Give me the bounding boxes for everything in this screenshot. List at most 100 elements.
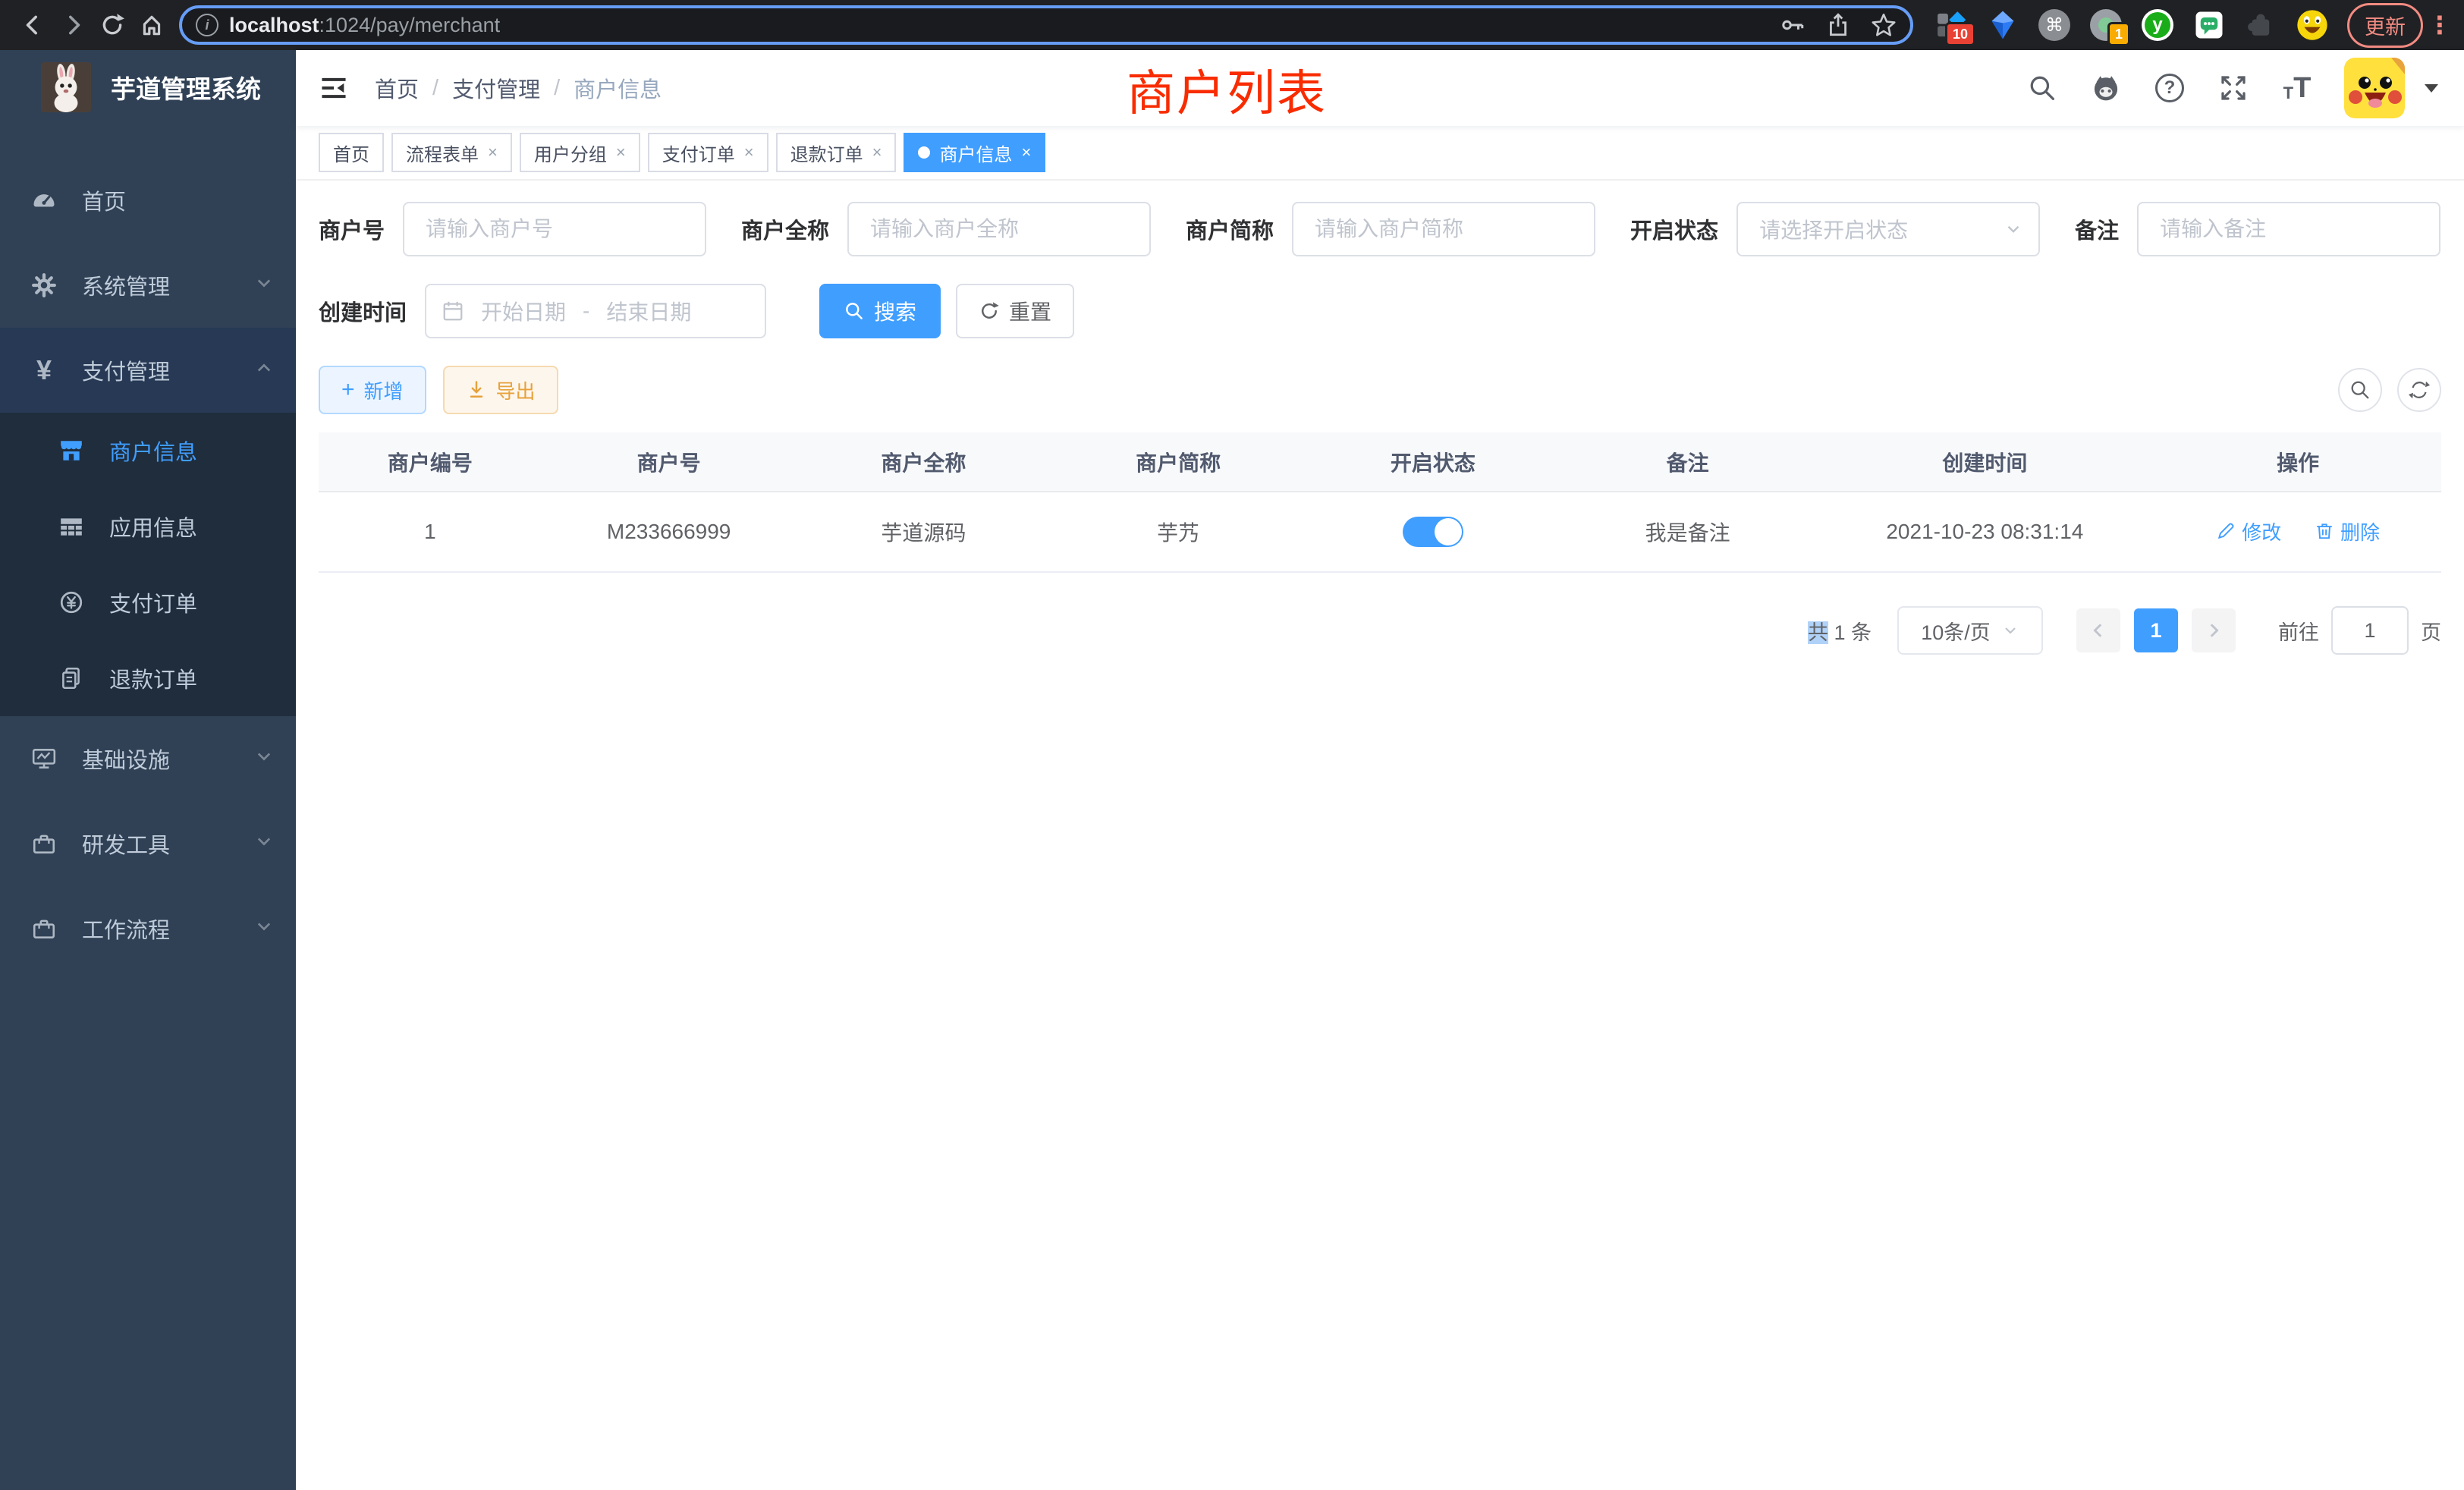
breadcrumb-current: 商户信息	[574, 72, 662, 104]
sidebar-item-workflow[interactable]: 工作流程	[0, 886, 296, 971]
full-name-input[interactable]	[847, 202, 1151, 256]
merchant-no-input[interactable]	[403, 202, 706, 256]
reset-button[interactable]: 重置	[956, 284, 1074, 338]
breadcrumb-separator: /	[554, 76, 560, 101]
bookmark-star-icon[interactable]	[1871, 12, 1897, 38]
red-annotation-label: 商户列表	[1127, 55, 1327, 124]
tag-home[interactable]: 首页	[319, 133, 384, 172]
user-avatar[interactable]	[2344, 58, 2405, 118]
page-number-button[interactable]: 1	[2134, 608, 2178, 652]
password-key-icon[interactable]	[1780, 12, 1806, 38]
status-toggle[interactable]	[1403, 517, 1463, 547]
extension-gem-icon[interactable]	[1986, 8, 2019, 42]
remark-input[interactable]	[2137, 202, 2440, 256]
sidebar-item-payment[interactable]: ¥ 支付管理	[0, 328, 296, 413]
site-info-icon[interactable]: i	[196, 14, 218, 36]
extension-command-icon[interactable]: ⌘	[2038, 8, 2071, 42]
tag-refund-order[interactable]: 退款订单×	[776, 133, 897, 172]
sidebar-collapse-icon[interactable]	[319, 73, 349, 103]
browser-forward-button[interactable]	[53, 5, 93, 45]
page-content: 商户号 商户全称 商户简称 开启状态 请选择开启状态	[296, 181, 2464, 1490]
chevron-down-icon	[2001, 621, 2019, 640]
status-label: 开启状态	[1630, 213, 1718, 245]
calendar-icon	[442, 300, 464, 322]
close-icon[interactable]: ×	[744, 143, 754, 162]
header-search-icon[interactable]	[2026, 71, 2059, 105]
add-button[interactable]: + 新增	[319, 366, 426, 414]
yen-circle-icon	[58, 589, 85, 615]
create-time-range-picker[interactable]: 开始日期 - 结束日期	[425, 284, 766, 338]
help-icon[interactable]: ?	[2153, 71, 2186, 105]
reload-icon	[99, 12, 125, 38]
next-page-button[interactable]	[2192, 608, 2236, 652]
font-size-icon[interactable]: TT	[2280, 71, 2314, 105]
breadcrumb-separator: /	[432, 76, 438, 101]
payment-submenu: 商户信息 应用信息 支付订单	[0, 413, 296, 716]
profile-emoji-avatar[interactable]	[2296, 8, 2329, 42]
edit-button[interactable]: 修改	[2216, 517, 2281, 545]
url-bar[interactable]: i localhost:1024/pay/merchant	[179, 5, 1913, 45]
toolbox-icon	[30, 831, 58, 857]
tag-pay-order[interactable]: 支付订单×	[648, 133, 768, 172]
short-name-input[interactable]	[1292, 202, 1595, 256]
extension-recorder-icon[interactable]: 1	[2089, 8, 2123, 42]
sidebar-item-dev-tools[interactable]: 研发工具	[0, 801, 296, 886]
status-select[interactable]: 请选择开启状态	[1736, 202, 2040, 256]
breadcrumb-payment[interactable]: 支付管理	[452, 72, 540, 104]
refresh-icon	[2408, 379, 2431, 401]
navbar-actions: ? TT	[2026, 58, 2438, 118]
filter-form-row-1: 商户号 商户全称 商户简称 开启状态 请选择开启状态	[319, 202, 2441, 256]
close-icon[interactable]: ×	[872, 143, 882, 162]
breadcrumb: 首页 / 支付管理 / 商户信息	[375, 72, 662, 104]
emoji-face-icon	[2296, 9, 2328, 41]
browser-home-button[interactable]	[132, 5, 171, 45]
browser-reload-button[interactable]	[93, 5, 132, 45]
search-icon	[844, 300, 865, 322]
extensions-puzzle-icon[interactable]	[2244, 8, 2277, 42]
remark-label: 备注	[2075, 213, 2119, 245]
url-text: localhost:1024/pay/merchant	[229, 14, 1771, 37]
refresh-table-button[interactable]	[2397, 368, 2441, 412]
close-icon[interactable]: ×	[1021, 143, 1031, 162]
sidebar-item-merchant-info[interactable]: 商户信息	[0, 413, 296, 489]
close-icon[interactable]: ×	[488, 143, 498, 162]
toggle-search-button[interactable]	[2338, 368, 2382, 412]
sidebar-item-home[interactable]: 首页	[0, 158, 296, 243]
delete-button[interactable]: 删除	[2315, 517, 2380, 545]
chat-bubble-icon	[2194, 10, 2224, 40]
chevron-down-icon	[2004, 219, 2023, 239]
browser-back-button[interactable]	[14, 5, 53, 45]
sidebar-item-pay-order[interactable]: 支付订单	[0, 564, 296, 640]
download-icon	[466, 379, 487, 401]
export-button[interactable]: 导出	[443, 366, 558, 414]
page-size-select[interactable]: 10条/页	[1897, 606, 2043, 655]
github-icon[interactable]	[2089, 71, 2123, 105]
merchant-table: 商户编号 商户号 商户全称 商户简称 开启状态 备注 创建时间 操作 1 M23…	[319, 432, 2441, 573]
sidebar-item-infrastructure[interactable]: 基础设施	[0, 716, 296, 801]
tags-view-bar: 首页 流程表单× 用户分组× 支付订单× 退款订单× 商户信息×	[296, 126, 2464, 181]
goto-page-input[interactable]	[2331, 606, 2409, 655]
breadcrumb-home[interactable]: 首页	[375, 72, 419, 104]
extension-y-logo-icon[interactable]: y	[2141, 8, 2174, 42]
share-icon[interactable]	[1825, 12, 1851, 38]
chrome-update-button[interactable]: 更新	[2347, 3, 2423, 48]
filter-form-row-2: 创建时间 开始日期 - 结束日期 搜索 重置	[319, 284, 2441, 338]
puzzle-icon	[2246, 10, 2276, 40]
avatar-caret-icon[interactable]	[2425, 84, 2438, 93]
tag-user-group[interactable]: 用户分组×	[520, 133, 640, 172]
extension-chat-icon[interactable]	[2192, 8, 2226, 42]
tag-process-form[interactable]: 流程表单×	[391, 133, 512, 172]
sidebar-item-refund-order[interactable]: 退款订单	[0, 640, 296, 716]
search-button[interactable]: 搜索	[819, 284, 941, 338]
chrome-menu-icon[interactable]: ⋮	[2428, 11, 2450, 39]
close-icon[interactable]: ×	[616, 143, 626, 162]
start-date-placeholder: 开始日期	[481, 296, 566, 326]
tag-merchant-info-active[interactable]: 商户信息×	[904, 133, 1045, 172]
app-logo[interactable]: 芋道管理系统	[0, 50, 296, 123]
extension-grid-icon[interactable]: 10	[1934, 8, 1968, 42]
sidebar-item-app-info[interactable]: 应用信息	[0, 489, 296, 564]
prev-page-button[interactable]	[2076, 608, 2120, 652]
sidebar-item-system[interactable]: 系统管理	[0, 243, 296, 328]
fullscreen-icon[interactable]	[2217, 71, 2250, 105]
table-grid-icon	[58, 514, 85, 539]
